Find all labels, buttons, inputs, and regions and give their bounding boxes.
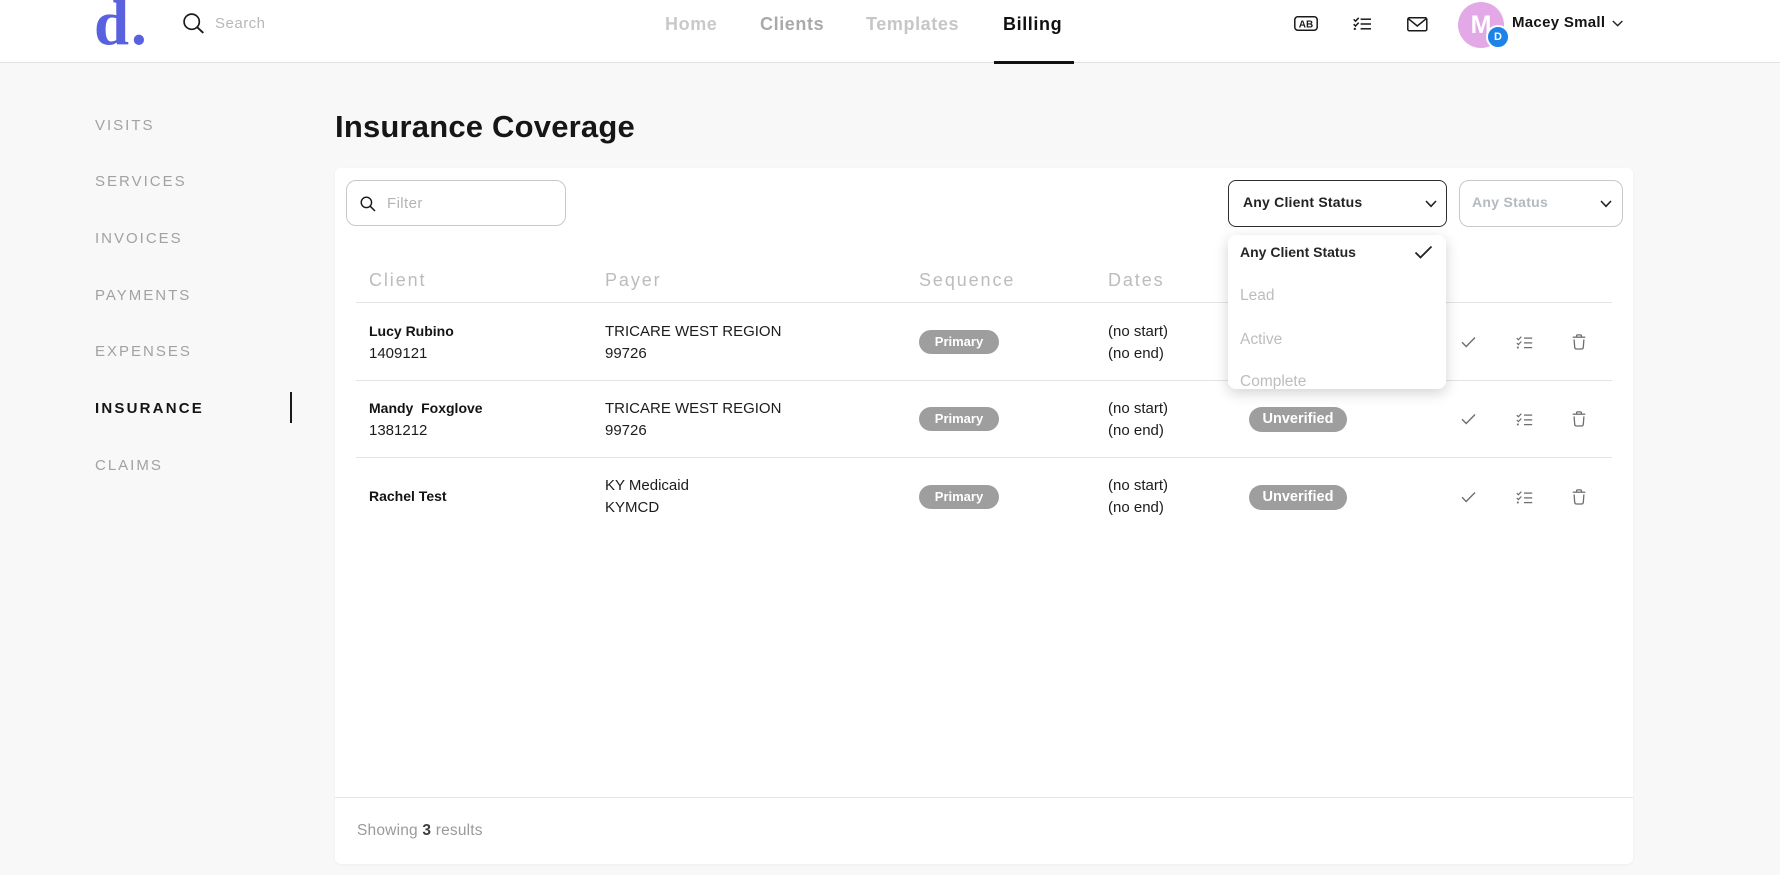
svg-text:AB: AB — [1299, 19, 1313, 30]
